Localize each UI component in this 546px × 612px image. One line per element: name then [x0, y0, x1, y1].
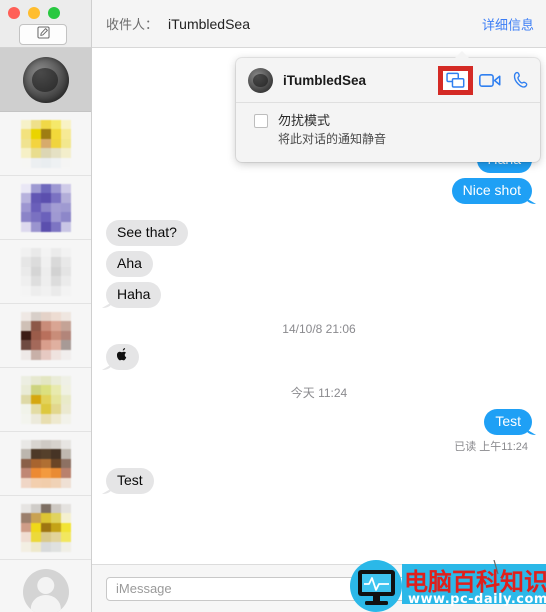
minimize-button[interactable] — [28, 7, 40, 19]
conversation-header: 收件人： iTumbledSea 详细信息 — [92, 0, 546, 48]
screen-share-icon[interactable] — [438, 65, 473, 95]
do-not-disturb-description: 将此对话的通知静音 — [278, 132, 387, 146]
sidebar-toolbar — [0, 0, 91, 48]
message-bubble[interactable]: Haha — [106, 282, 162, 308]
list-item[interactable] — [0, 48, 91, 112]
apple-logo-icon — [116, 348, 128, 364]
recipient-name: iTumbledSea — [168, 15, 250, 32]
avatar — [22, 568, 69, 612]
list-item[interactable] — [0, 496, 91, 560]
list-item[interactable] — [0, 432, 91, 496]
window-controls — [8, 7, 60, 19]
compose-icon — [36, 25, 50, 44]
message-row — [92, 344, 546, 370]
read-receipt: 已读 上午11:24 — [454, 441, 528, 453]
avatar — [248, 67, 273, 93]
do-not-disturb-label: 勿扰模式 — [278, 113, 331, 128]
avatar — [20, 183, 71, 232]
avatar — [20, 375, 71, 424]
list-item[interactable] — [0, 560, 91, 612]
zoom-button[interactable] — [48, 7, 60, 19]
compose-button[interactable] — [19, 24, 67, 45]
do-not-disturb-text: 勿扰模式 将此对话的通知静音 — [278, 112, 386, 148]
to-label: 收件人： — [106, 17, 159, 32]
popover-arrow — [454, 51, 470, 59]
message-row: Test — [92, 409, 546, 435]
details-popover: iTumbledSea 勿扰模式 将此对话的通知静音 — [236, 51, 540, 162]
do-not-disturb-checkbox[interactable] — [254, 114, 268, 128]
popover-actions — [438, 65, 530, 95]
conversation-list[interactable] — [0, 48, 91, 612]
list-item[interactable] — [0, 176, 91, 240]
sidebar — [0, 0, 92, 612]
message-row: Haha — [92, 282, 546, 308]
composer-bar — [92, 564, 546, 612]
avatar — [20, 247, 71, 296]
timestamp-divider: 14/10/8 21:06 — [282, 322, 356, 336]
avatar — [20, 439, 71, 488]
timestamp-divider: 今天 11:24 — [290, 386, 348, 400]
message-row: Nice shot — [92, 178, 546, 204]
facetime-video-icon[interactable] — [479, 73, 501, 88]
do-not-disturb-section: 勿扰模式 将此对话的通知静音 — [236, 103, 540, 148]
list-item[interactable] — [0, 304, 91, 368]
list-item[interactable] — [0, 112, 91, 176]
avatar — [20, 503, 71, 552]
message-row: See that? — [92, 220, 546, 246]
popover-header: iTumbledSea — [236, 58, 540, 103]
avatar — [20, 311, 71, 360]
contact-name: iTumbledSea — [283, 72, 367, 88]
message-row: Test — [92, 468, 546, 494]
avatar — [20, 119, 71, 168]
message-bubble[interactable]: Test — [484, 409, 532, 435]
message-bubble[interactable]: Nice shot — [451, 178, 532, 204]
list-item[interactable] — [0, 240, 91, 304]
message-bubble[interactable]: Test — [106, 468, 154, 494]
message-bubble[interactable]: Aha — [106, 251, 153, 277]
imessage-window: 收件人： iTumbledSea 详细信息 与“+86 Aha Haha Nic… — [0, 0, 546, 612]
message-bubble-emoji[interactable] — [106, 344, 139, 370]
list-item[interactable] — [0, 368, 91, 432]
message-row: Aha — [92, 251, 546, 277]
message-bubble[interactable]: See that? — [106, 220, 188, 246]
avatar — [22, 56, 69, 103]
message-input[interactable] — [106, 576, 532, 601]
details-link[interactable]: 详细信息 — [482, 14, 534, 33]
close-button[interactable] — [8, 7, 20, 19]
audio-call-icon[interactable] — [512, 71, 530, 89]
